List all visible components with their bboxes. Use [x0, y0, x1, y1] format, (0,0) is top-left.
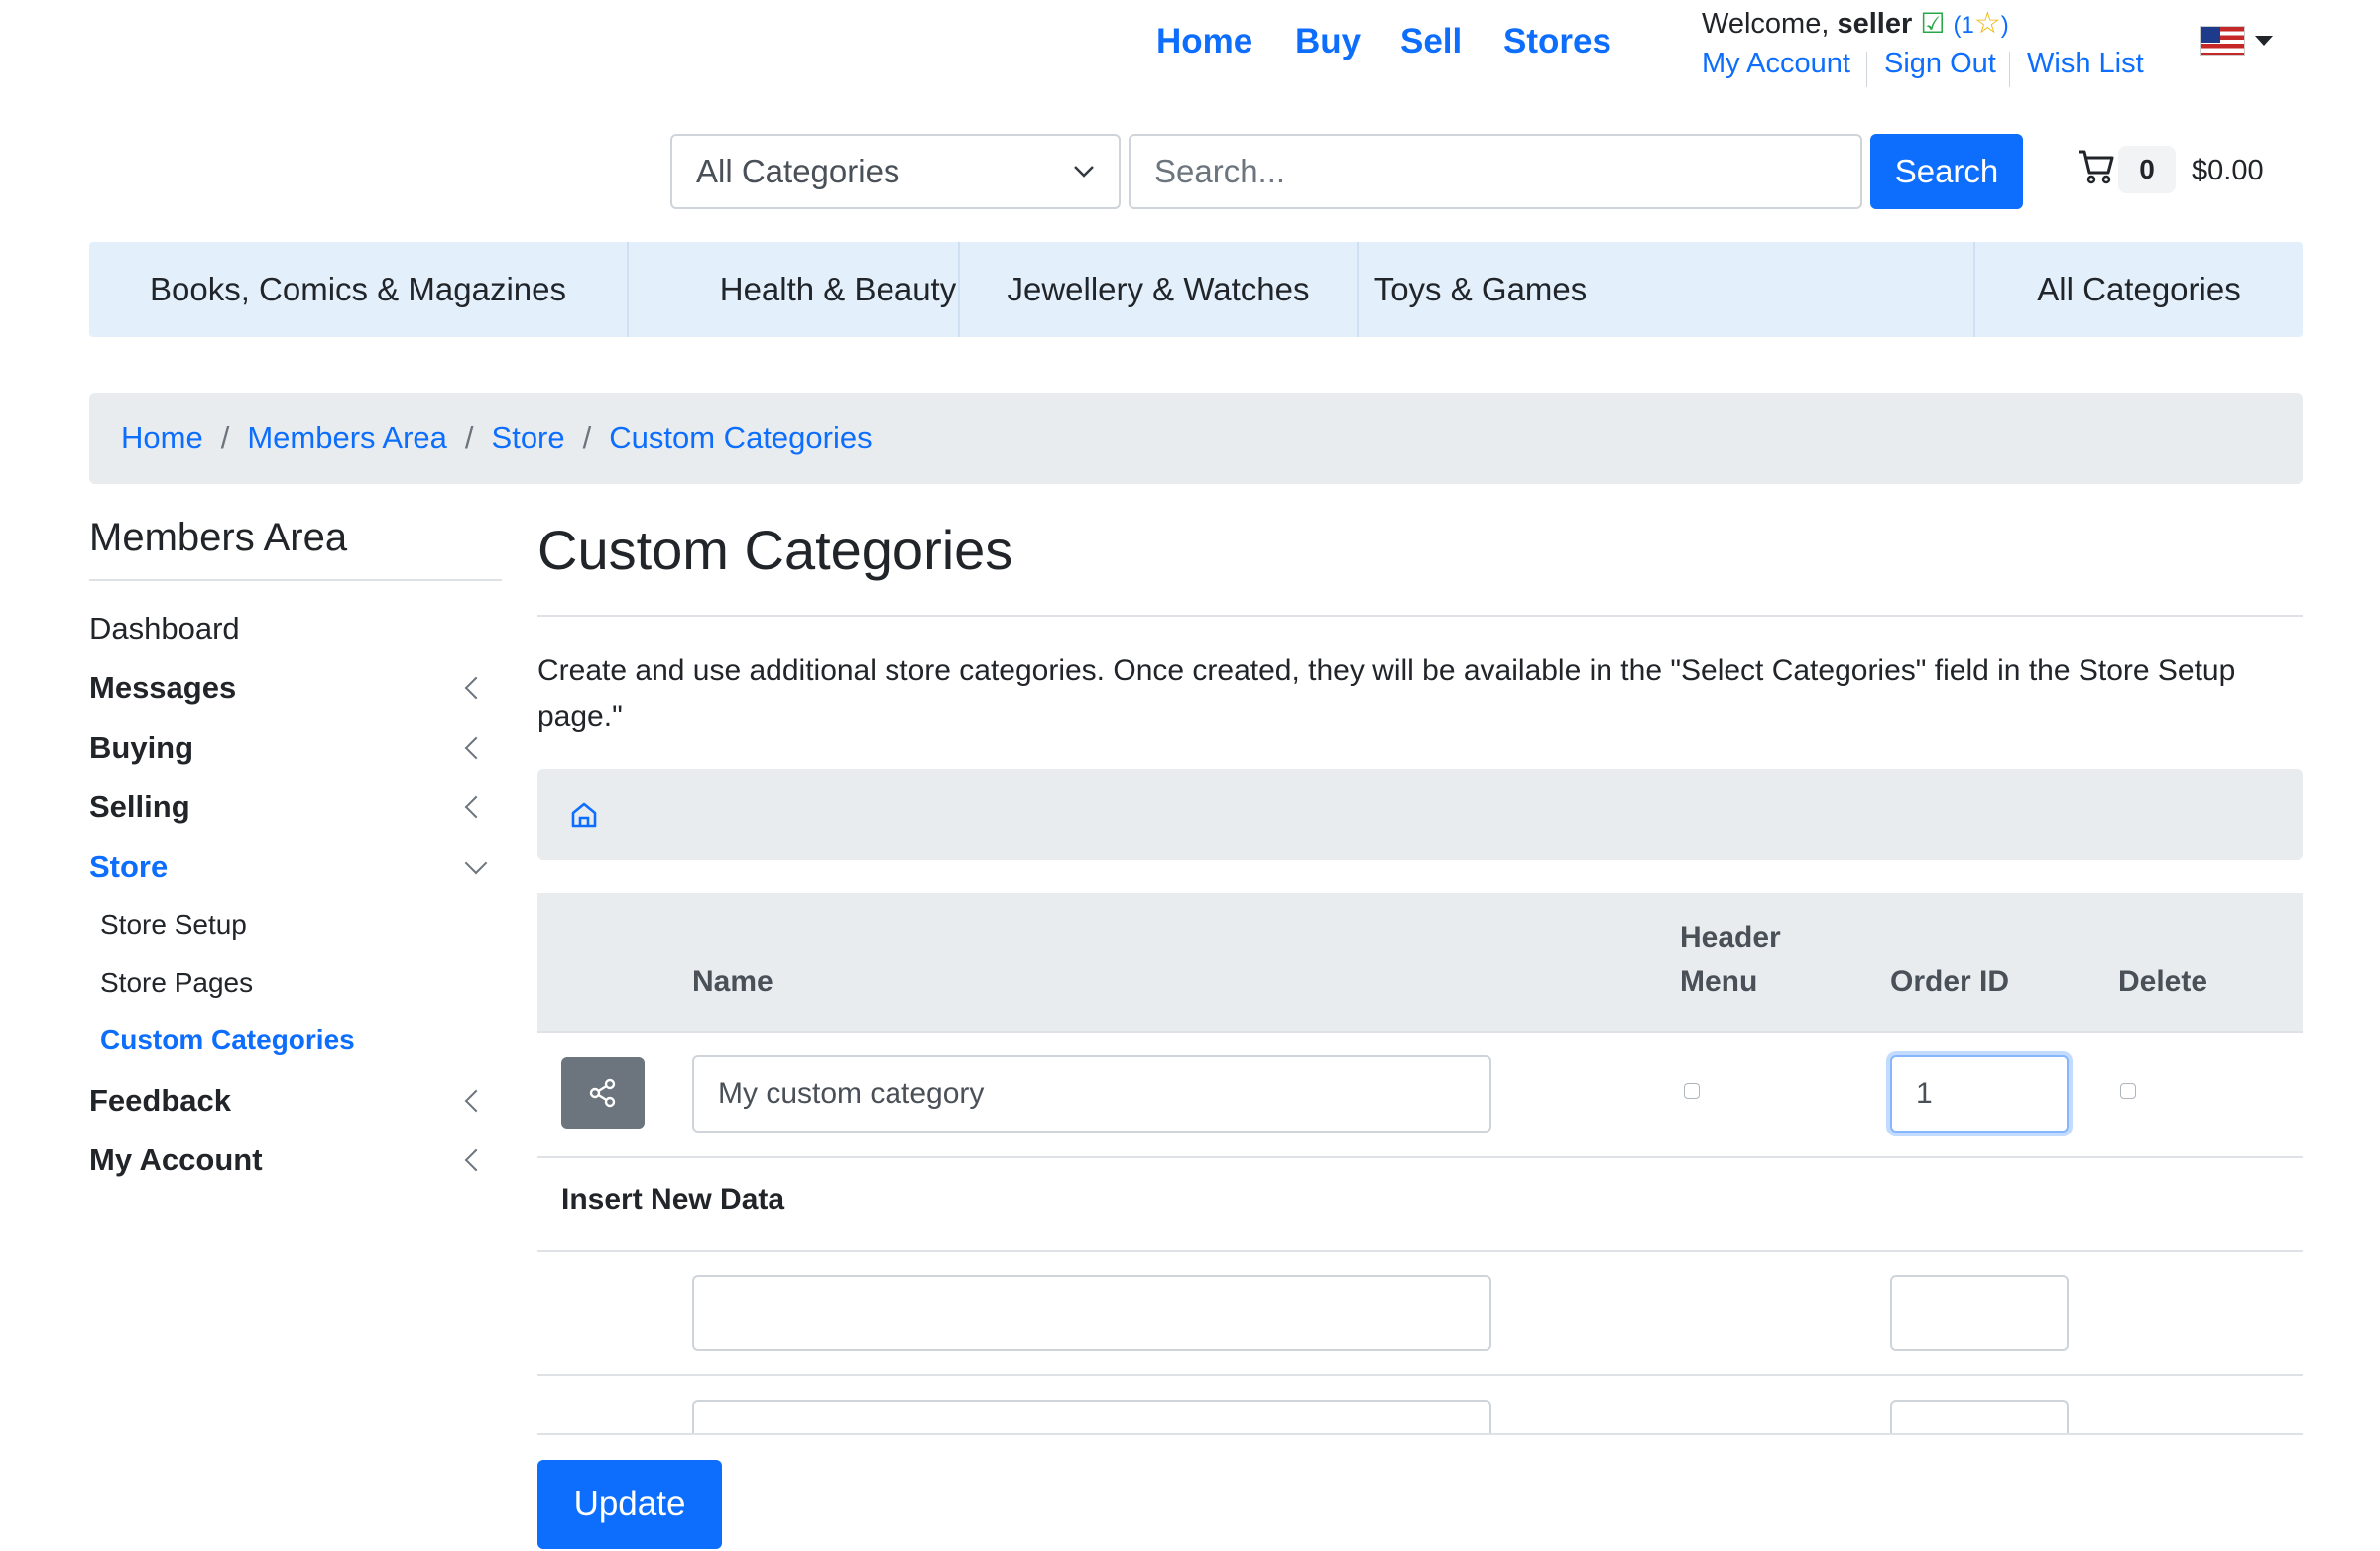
table-header: [537, 893, 2303, 1031]
welcome-message: Welcome, seller ☑ (1☆): [1702, 6, 2009, 41]
sign-out-link[interactable]: Sign Out: [1884, 48, 1996, 80]
new-category-name-input[interactable]: [692, 1275, 1491, 1351]
welcome-prefix: Welcome,: [1702, 8, 1830, 40]
nav-home[interactable]: Home: [1156, 22, 1252, 61]
breadcrumb-members-area[interactable]: Members Area: [247, 420, 447, 456]
breadcrumb-separator: /: [582, 420, 592, 455]
breadcrumb: Home / Members Area / Store / Custom Cat…: [89, 393, 2303, 484]
column-header-order-id: Order ID: [1890, 965, 2010, 998]
cart-count-badge[interactable]: 0: [2118, 146, 2176, 193]
header-menu-checkbox[interactable]: [1684, 1083, 1700, 1099]
page-description: Create and use additional store categori…: [537, 655, 2236, 733]
chevron-down-icon[interactable]: [464, 851, 488, 875]
username: seller: [1837, 8, 1913, 40]
category-toys-games[interactable]: Toys & Games: [1359, 242, 1603, 337]
sidebar-item-feedback[interactable]: Feedback: [89, 1083, 231, 1119]
column-header-header-menu-line2: Menu: [1680, 965, 1758, 998]
chevron-down-icon: [1074, 166, 1094, 178]
home-icon[interactable]: [569, 800, 599, 830]
category-bar: Books, Comics & Magazines Health & Beaut…: [89, 242, 2303, 337]
sidebar-item-messages[interactable]: Messages: [89, 670, 236, 706]
order-id-input[interactable]: [1890, 1055, 2069, 1133]
chevron-left-icon[interactable]: [464, 1089, 488, 1113]
breadcrumb-separator: /: [220, 420, 230, 455]
sidebar-item-store[interactable]: Store: [89, 849, 168, 885]
sidebar-subitem-custom-categories[interactable]: Custom Categories: [100, 1024, 355, 1056]
chevron-left-icon[interactable]: [464, 736, 488, 760]
new-order-id-input[interactable]: [1890, 1400, 2069, 1433]
sidebar-divider: [89, 579, 502, 581]
sidebar-title: Members Area: [89, 516, 348, 559]
sidebar-item-dashboard[interactable]: Dashboard: [89, 611, 240, 647]
update-button[interactable]: Update: [537, 1460, 722, 1549]
search-input[interactable]: [1129, 134, 1862, 209]
breadcrumb-custom-categories[interactable]: Custom Categories: [609, 420, 872, 456]
breadcrumb-home[interactable]: Home: [121, 420, 203, 456]
scroll-clip-region: [537, 1388, 2303, 1433]
link-divider: [2009, 52, 2010, 87]
category-all[interactable]: All Categories: [1975, 242, 2303, 337]
page-title: Custom Categories: [537, 519, 1013, 581]
nav-stores[interactable]: Stores: [1503, 22, 1611, 61]
cart-total[interactable]: $0.00: [2192, 155, 2264, 187]
rating-close: ): [2000, 12, 2009, 39]
sidebar-item-buying[interactable]: Buying: [89, 730, 193, 766]
column-header-header-menu-line1: Header: [1680, 921, 1781, 954]
rating-open: (1: [1953, 12, 1974, 39]
category-books-comics-magazines[interactable]: Books, Comics & Magazines: [89, 242, 627, 337]
share-icon: [589, 1078, 616, 1108]
sidebar-item-my-account[interactable]: My Account: [89, 1142, 263, 1178]
category-select-value: All Categories: [696, 153, 900, 189]
sidebar-subitem-store-pages[interactable]: Store Pages: [100, 967, 253, 999]
new-order-id-input[interactable]: [1890, 1275, 2069, 1351]
category-path-bar: [537, 769, 2303, 860]
my-account-link[interactable]: My Account: [1702, 48, 1850, 80]
table-row-divider: [537, 1250, 2303, 1252]
star-icon: ☆: [1973, 7, 2001, 40]
column-header-name: Name: [692, 965, 774, 998]
table-bottom-divider: [537, 1433, 2303, 1435]
nav-sell[interactable]: Sell: [1400, 22, 1462, 61]
nav-buy[interactable]: Buy: [1295, 22, 1361, 61]
cart-icon[interactable]: [2077, 147, 2116, 186]
chevron-left-icon[interactable]: [464, 676, 488, 700]
table-row-divider: [537, 1374, 2303, 1376]
link-divider: [1866, 52, 1867, 87]
breadcrumb-store[interactable]: Store: [492, 420, 565, 456]
category-jewellery-watches[interactable]: Jewellery & Watches: [960, 242, 1357, 337]
chevron-left-icon[interactable]: [464, 795, 488, 819]
table-row-divider: [537, 1031, 2303, 1033]
chevron-left-icon[interactable]: [464, 1148, 488, 1172]
check-icon: ☑: [1920, 8, 1946, 39]
sidebar-item-selling[interactable]: Selling: [89, 789, 190, 825]
chevron-down-icon[interactable]: [2255, 36, 2273, 46]
category-select[interactable]: All Categories: [670, 134, 1121, 209]
title-divider: [537, 615, 2303, 617]
table-row-divider: [537, 1156, 2303, 1158]
insert-new-data-label: Insert New Data: [561, 1183, 785, 1216]
delete-checkbox[interactable]: [2120, 1083, 2136, 1099]
breadcrumb-separator: /: [464, 420, 474, 455]
us-flag-icon[interactable]: [2200, 26, 2245, 56]
share-button[interactable]: [561, 1057, 645, 1129]
column-header-delete: Delete: [2118, 965, 2208, 998]
new-category-name-input[interactable]: [692, 1400, 1491, 1433]
sidebar-subitem-store-setup[interactable]: Store Setup: [100, 909, 247, 941]
search-button[interactable]: Search: [1870, 134, 2023, 209]
wish-list-link[interactable]: Wish List: [2027, 48, 2144, 80]
category-name-input[interactable]: [692, 1055, 1491, 1133]
